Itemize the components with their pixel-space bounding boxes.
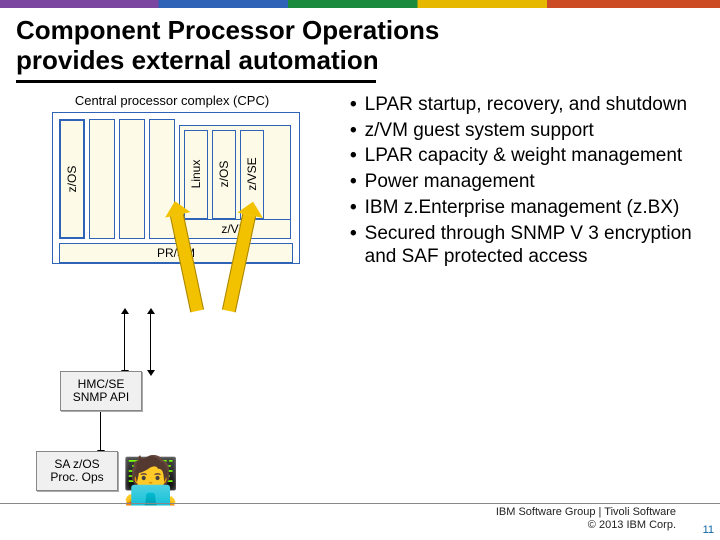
bullet-item: Power management: [350, 170, 708, 194]
person-icon: 🧑‍💻: [122, 453, 179, 508]
footer: IBM Software Group | Tivoli Software © 2…: [496, 506, 676, 532]
connector-hmc-prsm-1: [124, 313, 125, 371]
cpc-label: Central processor complex (CPC): [12, 93, 332, 108]
bullet-item: LPAR capacity & weight management: [350, 144, 708, 168]
bullet-item: z/VM guest system support: [350, 119, 708, 143]
page-title: Component Processor Operations provides …: [0, 12, 720, 78]
lpar-zos: z/OS: [59, 119, 85, 239]
footer-line1: IBM Software Group | Tivoli Software: [496, 506, 676, 519]
bullet-text: IBM z.Enterprise management (z.BX): [365, 196, 680, 220]
sa-node: SA z/OS Proc. Ops: [36, 451, 118, 491]
zvm-guest-linux-label: Linux: [189, 160, 203, 189]
bullet-item: Secured through SNMP V 3 encryption and …: [350, 222, 708, 270]
zvm-guest-zos: z/OS: [212, 130, 236, 219]
bullet-item: IBM z.Enterprise management (z.BX): [350, 196, 708, 220]
footer-rule: [0, 503, 720, 504]
bullet-list: LPAR startup, recovery, and shutdown z/V…: [346, 93, 708, 271]
bullet-text: Secured through SNMP V 3 encryption and …: [365, 222, 708, 270]
lpar-empty-2: [119, 119, 145, 239]
page-number: 11: [703, 524, 714, 536]
content: Central processor complex (CPC) z/OS Lin…: [0, 93, 720, 271]
connector-hmc-prsm-2: [150, 313, 151, 371]
lpar-zos-label: z/OS: [65, 165, 79, 192]
hmc-node: HMC/SE SNMP API: [60, 371, 142, 411]
bullet-text: Power management: [365, 170, 535, 194]
zvm-label: z/VM: [179, 219, 291, 239]
zvm-guest-zvse-label: z/VSE: [245, 158, 259, 191]
footer-line2: © 2013 IBM Corp.: [496, 519, 676, 532]
zvm-guest-zos-label: z/OS: [217, 161, 231, 188]
bullet-item: LPAR startup, recovery, and shutdown: [350, 93, 708, 117]
bullet-text: z/VM guest system support: [365, 119, 594, 143]
bullet-text: LPAR startup, recovery, and shutdown: [365, 93, 687, 117]
top-banner: [0, 0, 720, 8]
cpc-diagram: Central processor complex (CPC) z/OS Lin…: [12, 93, 332, 271]
zvm-container: Linux z/OS z/VSE z/VM: [179, 125, 291, 239]
title-underline: [16, 80, 376, 83]
bullet-text: LPAR capacity & weight management: [365, 144, 683, 168]
title-line1: Component Processor Operations provides …: [16, 16, 704, 76]
zvm-guests: Linux z/OS z/VSE: [179, 125, 291, 219]
lpar-empty-1: [89, 119, 115, 239]
